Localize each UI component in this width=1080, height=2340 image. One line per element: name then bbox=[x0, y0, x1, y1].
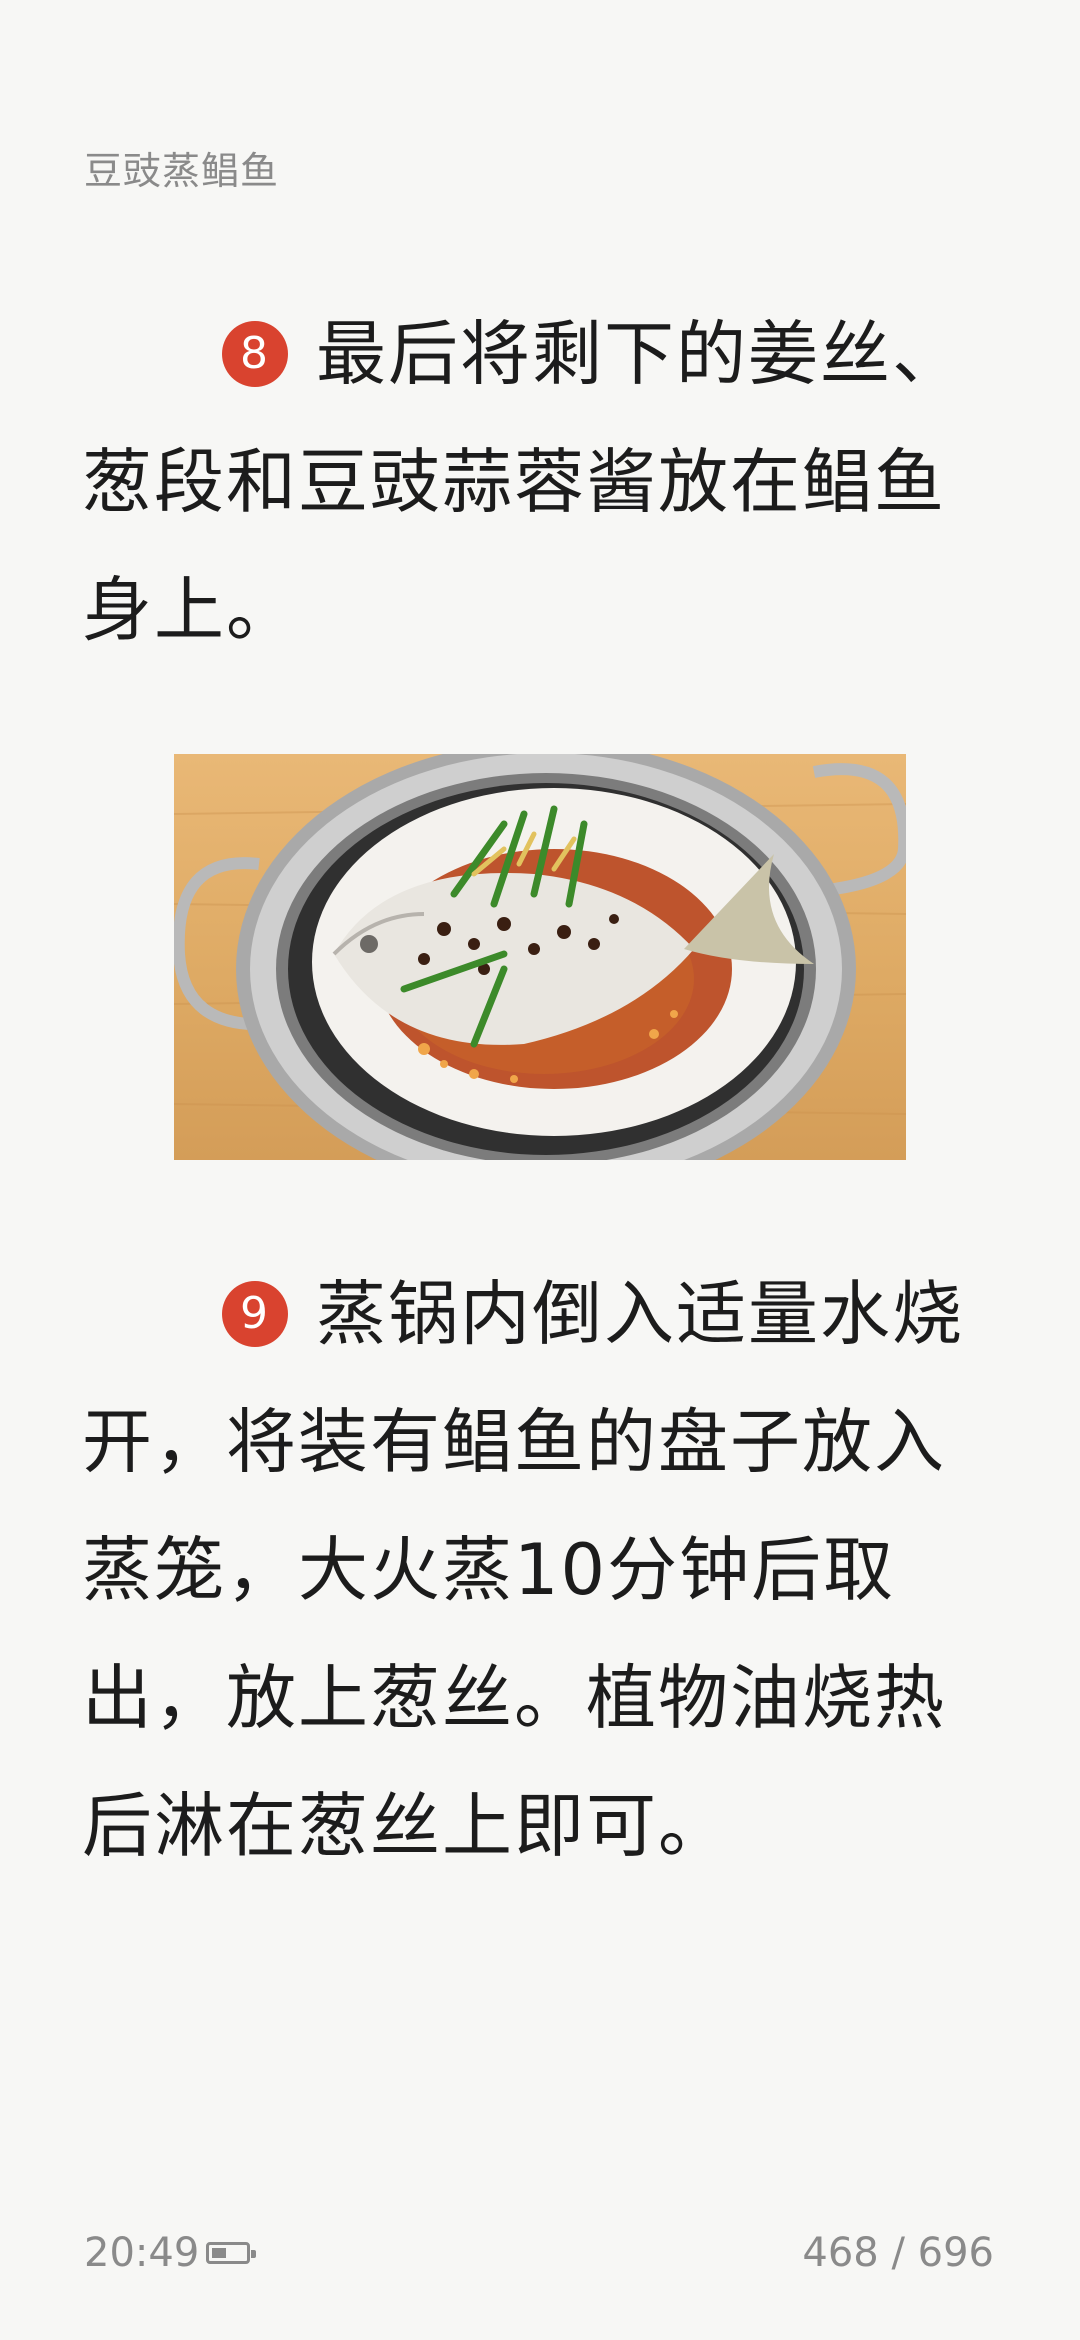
status-time: 20:49 bbox=[84, 2230, 200, 2276]
step-number-badge: 9 bbox=[222, 1281, 288, 1347]
battery-icon bbox=[206, 2242, 256, 2264]
step-9-paragraph: 9 蒸锅内倒入适量水烧开，将装有鲳鱼的盘子放入蒸笼，大火蒸10分钟后取出，放上葱丝… bbox=[82, 1250, 1012, 1890]
step-8-paragraph: 8 最后将剩下的姜丝、葱段和豆豉蒜蓉酱放在鲳鱼身上。 bbox=[82, 290, 1012, 674]
steamed-fish-photo[interactable] bbox=[174, 754, 906, 1160]
book-chapter-title: 豆豉蒸鲳鱼 bbox=[84, 149, 280, 193]
page-indicator: 468 / 696 bbox=[802, 2230, 994, 2276]
step-9-text: 蒸锅内倒入适量水烧开，将装有鲳鱼的盘子放入蒸笼，大火蒸10分钟后取出，放上葱丝。… bbox=[82, 1273, 964, 1867]
fish-in-steamer-illustration bbox=[174, 754, 906, 1160]
step-number-badge: 8 bbox=[222, 321, 288, 387]
step-8-text: 最后将剩下的姜丝、葱段和豆豉蒜蓉酱放在鲳鱼身上。 bbox=[82, 313, 964, 651]
